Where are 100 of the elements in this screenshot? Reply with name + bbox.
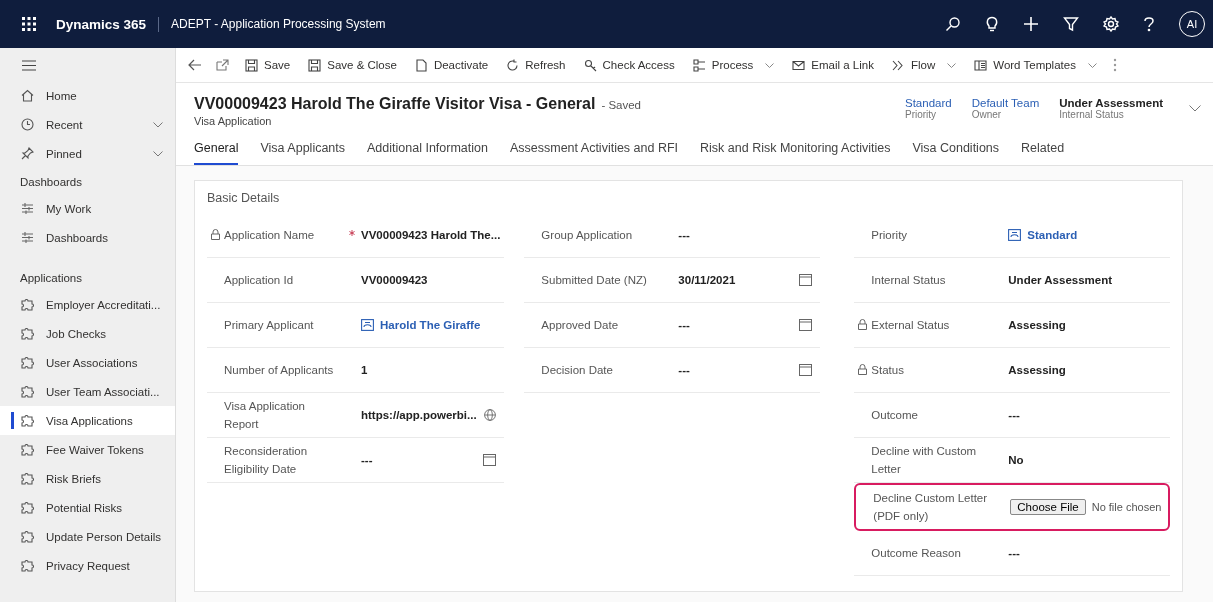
field-value: --- [678, 229, 690, 241]
header-field-link[interactable]: Standard [905, 97, 952, 109]
header-field-link[interactable]: Default Team [971, 97, 1040, 109]
puzzle-icon [21, 356, 34, 369]
tab[interactable]: General [194, 141, 239, 165]
command-button[interactable]: Save [243, 58, 293, 72]
nav-item[interactable]: Visa Applications [0, 406, 175, 435]
lightbulb-icon[interactable] [985, 16, 999, 32]
chevron-down-icon [153, 121, 163, 128]
more-icon[interactable] [1112, 58, 1117, 72]
puzzle-icon [21, 559, 34, 572]
tab[interactable]: Related [1021, 141, 1065, 165]
lookup-link[interactable]: Harold The Giraffe [380, 319, 481, 331]
command-button[interactable]: Save & Close [306, 58, 399, 72]
field-label: Decline Custom Letter (PDF only) [873, 491, 989, 524]
search-icon[interactable] [945, 16, 961, 32]
popout-icon[interactable] [216, 59, 229, 71]
clock-icon [21, 118, 34, 131]
chevron-down-icon [765, 62, 775, 68]
command-button[interactable]: Deactivate [412, 58, 491, 72]
nav-item[interactable]: Update Person Details [0, 522, 175, 551]
nav-item[interactable]: Job Checks [0, 319, 175, 348]
field-label: Number of Applicants [224, 363, 334, 378]
tab[interactable]: Risk and Risk Monitoring Activities [700, 141, 891, 165]
field-value: --- [1008, 409, 1020, 421]
field-value: VV00009423 Harold The... [361, 229, 501, 241]
field-value: 1 [361, 364, 368, 376]
field-label: Submitted Date (NZ) [541, 273, 647, 288]
puzzle-icon [21, 385, 34, 398]
app-launcher-icon[interactable] [22, 17, 36, 31]
record-icon [1008, 229, 1022, 241]
save-status: - Saved [601, 99, 641, 111]
puzzle-icon [21, 472, 34, 485]
command-button[interactable]: Check Access [581, 58, 677, 72]
area-name: ADEPT - Application Processing System [171, 17, 386, 31]
calendar-icon[interactable] [799, 319, 813, 331]
tab[interactable]: Assessment Activities and RFI [509, 141, 679, 165]
command-button[interactable]: Process [690, 58, 777, 72]
chevron-down-icon[interactable] [1189, 105, 1201, 112]
header-field-value: Under Assessment [1059, 97, 1163, 109]
puzzle-icon [21, 298, 34, 311]
menu-icon[interactable] [22, 60, 36, 71]
tab[interactable]: Visa Conditions [912, 141, 1000, 165]
tab[interactable]: Visa Applicants [260, 141, 346, 165]
app-name[interactable]: Dynamics 365 [56, 16, 160, 32]
back-arrow-icon[interactable] [188, 59, 202, 71]
field-value: Under Assessment [1008, 274, 1113, 286]
field-label: Decline with Custom Letter [871, 444, 978, 477]
nav-item[interactable]: Fee Waiver Tokens [0, 435, 175, 464]
calendar-icon[interactable] [799, 364, 813, 376]
plus-icon[interactable] [1023, 16, 1039, 32]
puzzle-icon [21, 501, 34, 514]
field-value: https://app.powerbi... [361, 409, 477, 421]
field-label: Application Name [224, 228, 315, 243]
command-button[interactable]: Flow [889, 58, 959, 72]
command-button[interactable]: Word Templates [972, 58, 1099, 72]
nav-item[interactable]: My Work [0, 194, 175, 223]
choose-file-button[interactable]: Choose File [1010, 499, 1086, 515]
tab[interactable]: Additional Information [367, 141, 488, 165]
field-label: Priority [871, 228, 908, 243]
nav-item[interactable]: User Associations [0, 348, 175, 377]
field-label: Reconsideration Eligibility Date [224, 444, 309, 477]
section-title: Basic Details [207, 191, 281, 205]
nav-item[interactable]: User Team Associati... [0, 377, 175, 406]
nav-item[interactable]: Risk Briefs [0, 464, 175, 493]
field-label: Internal Status [871, 273, 946, 288]
nav-item[interactable]: Employer Accreditati... [0, 290, 175, 319]
calendar-icon[interactable] [483, 454, 497, 466]
puzzle-icon [21, 530, 34, 543]
puzzle-icon [21, 414, 34, 427]
filter-icon[interactable] [1063, 16, 1079, 32]
nav-item[interactable]: Home [0, 81, 175, 110]
nav-item[interactable]: Potential Risks [0, 493, 175, 522]
flow-icon [891, 58, 905, 72]
field-label: Decision Date [541, 363, 613, 378]
field-label: Visa Application Report [224, 399, 306, 432]
globe-icon[interactable] [484, 409, 497, 421]
nav-item[interactable]: Privacy Request [0, 551, 175, 580]
dashboard-icon [21, 231, 34, 244]
field-label: External Status [871, 318, 950, 333]
settings-icon[interactable] [1103, 16, 1119, 32]
chevron-down-icon [947, 62, 957, 68]
command-button[interactable]: Refresh [504, 58, 568, 72]
nav-item[interactable]: Recent [0, 110, 175, 139]
header-field-label: Priority [905, 109, 938, 120]
field-label: Status [871, 363, 904, 378]
nav-item[interactable]: Pinned [0, 139, 175, 168]
lookup-link[interactable]: Standard [1027, 229, 1078, 241]
word-icon [974, 58, 988, 72]
field-label: Approved Date [541, 318, 619, 333]
field-label: Application Id [224, 273, 294, 288]
command-button[interactable]: Email a Link [790, 58, 876, 72]
nav-item[interactable]: Dashboards [0, 223, 175, 252]
record-icon [361, 319, 374, 331]
chevron-down-icon [1087, 62, 1097, 68]
field-value: Assessing [1008, 319, 1066, 331]
header-field-label: Owner [971, 109, 1003, 120]
puzzle-icon [21, 443, 34, 456]
help-icon[interactable] [1143, 16, 1155, 32]
calendar-icon[interactable] [799, 274, 813, 286]
